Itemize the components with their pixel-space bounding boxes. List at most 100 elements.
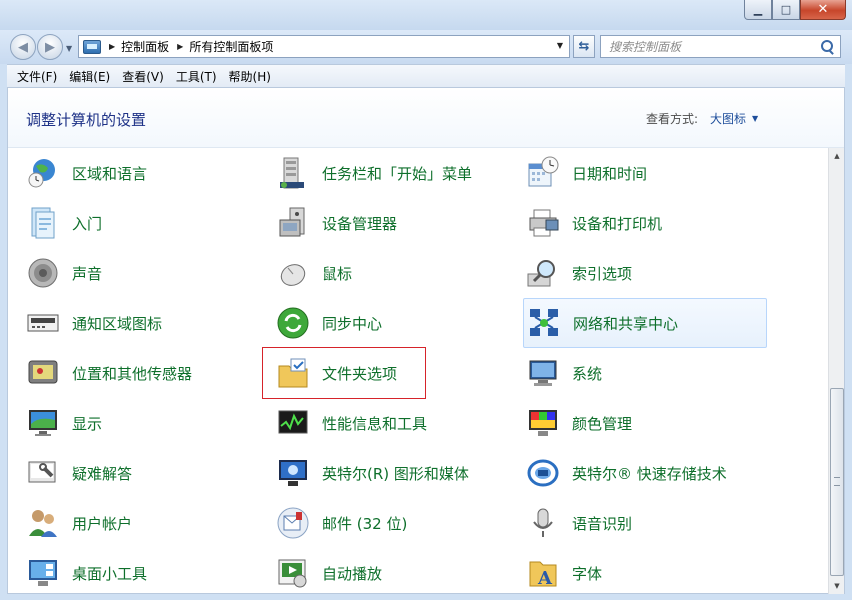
- view-by-dropdown[interactable]: 大图标 ▼: [710, 110, 758, 127]
- item-color-management[interactable]: 颜色管理: [508, 398, 748, 448]
- item-folder-options[interactable]: 文件夹选项: [262, 347, 426, 399]
- troubleshooting-icon: [26, 456, 60, 490]
- breadcrumb-all-items[interactable]: 所有控制面板项: [189, 38, 273, 55]
- item-label[interactable]: 同步中心: [322, 313, 382, 334]
- item-label[interactable]: 自动播放: [322, 563, 382, 584]
- item-fonts[interactable]: A 字体: [508, 548, 748, 598]
- item-label[interactable]: 入门: [72, 213, 102, 234]
- item-location-sensors[interactable]: 位置和其他传感器: [8, 348, 248, 398]
- item-devices-printers[interactable]: 设备和打印机: [508, 198, 748, 248]
- item-label[interactable]: 桌面小工具: [72, 563, 147, 584]
- item-indexing-options[interactable]: 索引选项: [508, 248, 748, 298]
- color-management-icon: [526, 406, 560, 440]
- menu-tools[interactable]: 工具(T): [170, 66, 223, 87]
- item-user-accounts[interactable]: 用户帐户: [8, 498, 248, 548]
- search-box[interactable]: [600, 35, 841, 58]
- item-intel-rapid-storage[interactable]: 英特尔® 快速存储技术: [508, 448, 748, 498]
- item-label[interactable]: 鼠标: [322, 263, 352, 284]
- scroll-up-arrow-icon[interactable]: ▲: [830, 148, 844, 164]
- control-panel-icon: [83, 39, 101, 54]
- item-label[interactable]: 语音识别: [572, 513, 632, 534]
- recent-pages-dropdown-icon[interactable]: ▼: [66, 44, 72, 53]
- item-device-manager[interactable]: 设备管理器: [258, 198, 498, 248]
- item-intel-graphics-media[interactable]: 英特尔(R) 图形和媒体: [258, 448, 498, 498]
- item-label[interactable]: 通知区域图标: [72, 313, 162, 334]
- view-by-value[interactable]: 大图标: [710, 110, 746, 127]
- item-network-sharing-center[interactable]: 网络和共享中心: [523, 298, 767, 348]
- speaker-icon: [26, 256, 60, 290]
- breadcrumb-chevron-icon[interactable]: ▶: [177, 42, 183, 51]
- item-label[interactable]: 任务栏和「开始」菜单: [322, 163, 472, 184]
- item-label[interactable]: 字体: [572, 563, 602, 584]
- autoplay-icon: [276, 556, 310, 590]
- breadcrumb-chevron-icon[interactable]: ▶: [109, 42, 115, 51]
- item-label[interactable]: 性能信息和工具: [322, 413, 427, 434]
- item-label[interactable]: 设备管理器: [322, 213, 397, 234]
- title-bar: ▁ □ ✕: [0, 0, 852, 30]
- forward-button[interactable]: ▶: [37, 34, 63, 60]
- item-desktop-gadgets[interactable]: 桌面小工具: [8, 548, 248, 598]
- back-button[interactable]: ◀: [10, 34, 36, 60]
- page-title: 调整计算机的设置: [26, 111, 147, 129]
- notification-area-icon: [26, 306, 60, 340]
- item-label[interactable]: 邮件 (32 位): [322, 513, 407, 534]
- menu-help[interactable]: 帮助(H): [223, 66, 277, 87]
- item-mouse[interactable]: 鼠标: [258, 248, 498, 298]
- maximize-button[interactable]: □: [772, 0, 800, 20]
- item-sync-center[interactable]: 同步中心: [258, 298, 498, 348]
- vertical-scrollbar[interactable]: ▲ ▼: [828, 148, 844, 594]
- item-label[interactable]: 用户帐户: [72, 513, 132, 534]
- item-autoplay[interactable]: 自动播放: [258, 548, 498, 598]
- mouse-icon: [276, 256, 310, 290]
- network-icon: [527, 306, 561, 340]
- item-label[interactable]: 索引选项: [572, 263, 632, 284]
- item-display[interactable]: 显示: [8, 398, 248, 448]
- address-bar[interactable]: ▶ 控制面板 ▶ 所有控制面板项 ▼: [78, 35, 570, 58]
- printer-icon: [526, 206, 560, 240]
- item-label[interactable]: 位置和其他传感器: [72, 363, 192, 384]
- breadcrumb-control-panel[interactable]: 控制面板: [121, 38, 169, 55]
- chevron-down-icon[interactable]: ▼: [752, 114, 758, 123]
- menu-view[interactable]: 查看(V): [116, 66, 170, 87]
- item-getting-started[interactable]: 入门: [8, 198, 248, 248]
- scroll-down-arrow-icon[interactable]: ▼: [830, 578, 844, 594]
- item-label[interactable]: 显示: [72, 413, 102, 434]
- item-region-language[interactable]: 区域和语言: [8, 148, 248, 198]
- item-system[interactable]: 系统: [508, 348, 748, 398]
- scrollbar-thumb[interactable]: [830, 388, 844, 576]
- system-icon: [526, 356, 560, 390]
- item-speech-recognition[interactable]: 语音识别: [508, 498, 748, 548]
- svg-text:A: A: [537, 568, 553, 589]
- item-sound[interactable]: 声音: [8, 248, 248, 298]
- item-label[interactable]: 系统: [572, 363, 602, 384]
- search-input[interactable]: [601, 36, 818, 57]
- item-label[interactable]: 网络和共享中心: [573, 313, 678, 334]
- performance-icon: [276, 406, 310, 440]
- item-label[interactable]: 区域和语言: [72, 163, 147, 184]
- item-label[interactable]: 颜色管理: [572, 413, 632, 434]
- item-label[interactable]: 日期和时间: [572, 163, 647, 184]
- item-date-time[interactable]: 日期和时间: [508, 148, 748, 198]
- item-taskbar-start-menu[interactable]: 任务栏和「开始」菜单: [258, 148, 498, 198]
- item-label[interactable]: 文件夹选项: [322, 363, 397, 384]
- menu-file[interactable]: 文件(F): [11, 66, 63, 87]
- search-icon[interactable]: [818, 38, 836, 56]
- close-button[interactable]: ✕: [800, 0, 846, 20]
- item-performance-tools[interactable]: 性能信息和工具: [258, 398, 498, 448]
- item-label[interactable]: 英特尔(R) 图形和媒体: [322, 463, 469, 484]
- window-controls: ▁ □ ✕: [744, 0, 846, 20]
- item-notification-area-icons[interactable]: 通知区域图标: [8, 298, 248, 348]
- item-troubleshooting[interactable]: 疑难解答: [8, 448, 248, 498]
- item-label[interactable]: 疑难解答: [72, 463, 132, 484]
- menu-edit[interactable]: 编辑(E): [63, 66, 116, 87]
- getting-started-icon: [26, 206, 60, 240]
- location-sensor-icon: [26, 356, 60, 390]
- address-dropdown-icon[interactable]: ▼: [557, 41, 563, 50]
- content-header: 调整计算机的设置 查看方式: 大图标 ▼: [8, 88, 844, 148]
- refresh-button[interactable]: ⇆: [573, 35, 595, 58]
- item-label[interactable]: 英特尔® 快速存储技术: [572, 463, 727, 484]
- item-mail-32bit[interactable]: 邮件 (32 位): [258, 498, 498, 548]
- minimize-button[interactable]: ▁: [744, 0, 772, 20]
- item-label[interactable]: 声音: [72, 263, 102, 284]
- item-label[interactable]: 设备和打印机: [572, 213, 662, 234]
